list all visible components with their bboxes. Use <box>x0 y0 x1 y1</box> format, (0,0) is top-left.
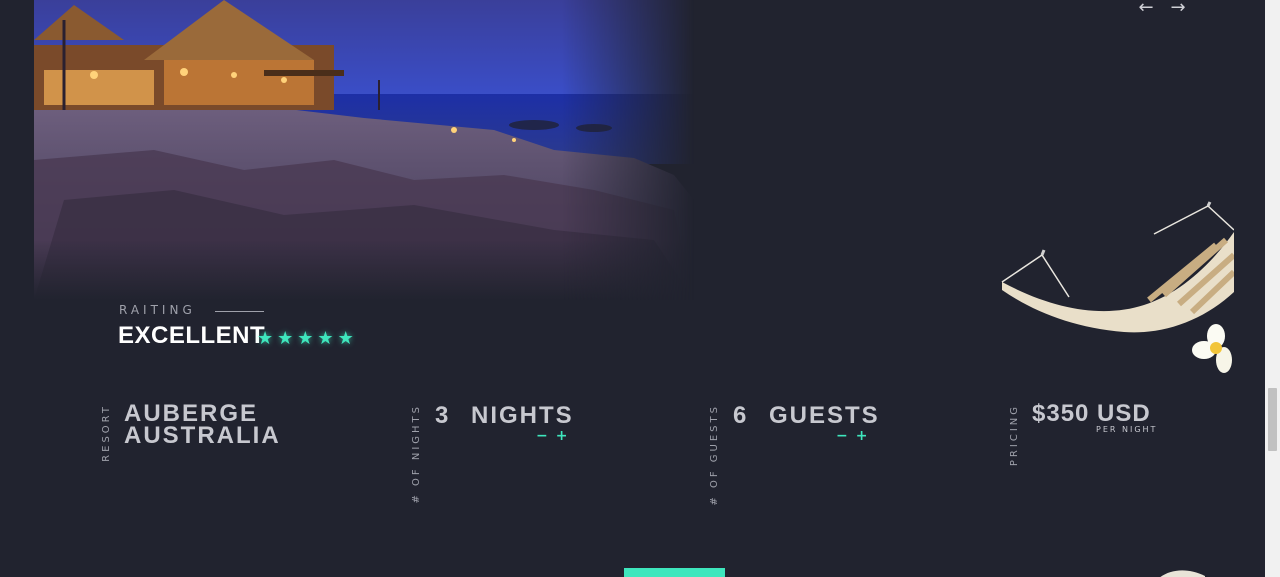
guests-minus-button[interactable]: − <box>836 428 848 444</box>
price-unit: PER NIGHT <box>1096 425 1158 434</box>
hammock-illustration <box>1001 201 1234 373</box>
resort-photo <box>34 0 694 300</box>
rating-divider <box>215 311 264 312</box>
resort-name-line2: AUSTRALIA <box>124 422 281 449</box>
arrow-left-icon[interactable]: ← <box>1136 0 1156 18</box>
rating-label: RAITING <box>119 303 196 317</box>
star-icon: ★ <box>317 328 334 349</box>
star-icon: ★ <box>257 328 274 349</box>
nights-count: 3 <box>435 402 451 429</box>
page: ← → RAITING EXCELLENT ★ ★ ★ ★ ★ RESORT A… <box>0 0 1265 577</box>
scrollbar-track[interactable] <box>1265 0 1280 577</box>
star-icon: ★ <box>297 328 314 349</box>
resort-label: RESORT <box>101 404 112 462</box>
guests-plus-button[interactable]: + <box>856 428 868 444</box>
book-button[interactable] <box>624 568 725 577</box>
nights-unit: NIGHTS <box>471 402 574 429</box>
slider-arrows: ← → <box>1136 0 1188 18</box>
star-icon: ★ <box>337 328 354 349</box>
guests-label: # OF GUESTS <box>709 404 720 506</box>
decorative-leaf <box>1160 570 1205 577</box>
pricing-label: PRICING <box>1009 404 1020 467</box>
guests-stepper: − + <box>836 428 867 444</box>
guests-unit: GUESTS <box>769 402 880 429</box>
guests-count: 6 <box>733 402 749 429</box>
nights-plus-button[interactable]: + <box>556 428 568 444</box>
scrollbar-thumb[interactable] <box>1268 388 1277 451</box>
price-value: $350 USD <box>1032 400 1151 427</box>
photo-fade <box>34 240 694 300</box>
nights-stepper: − + <box>536 428 567 444</box>
nights-minus-button[interactable]: − <box>536 428 548 444</box>
nights-label: # OF NIGHTS <box>411 404 422 504</box>
arrow-right-icon[interactable]: → <box>1168 0 1188 18</box>
rating-value: EXCELLENT <box>118 322 266 349</box>
star-icon: ★ <box>277 328 294 349</box>
rating-stars: ★ ★ ★ ★ ★ <box>257 329 354 349</box>
